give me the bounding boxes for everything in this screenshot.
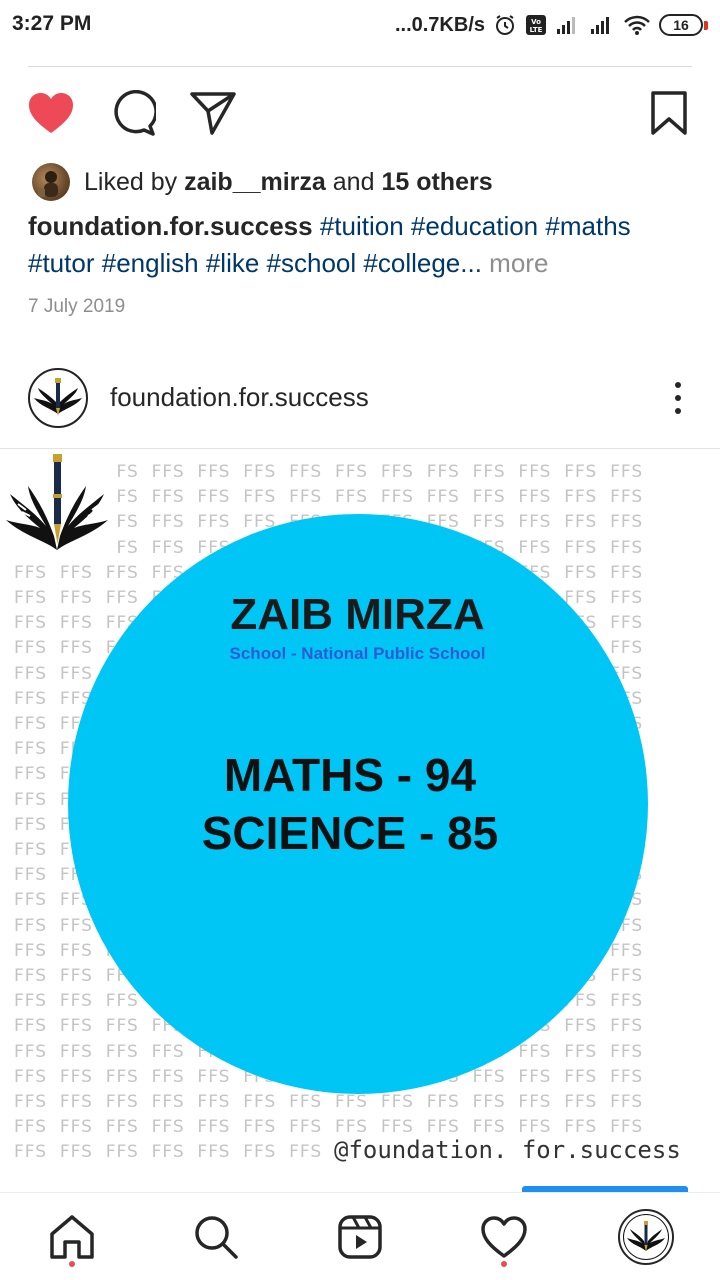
divider <box>0 448 720 449</box>
hashtag[interactable]: #tutor <box>28 248 95 278</box>
image-handle: @foundation. for.success <box>330 1136 685 1164</box>
nav-activity[interactable] <box>474 1207 534 1267</box>
signal-icon <box>555 14 581 36</box>
comment-button[interactable] <box>108 88 158 138</box>
comment-icon <box>114 90 156 136</box>
likes-summary[interactable]: Liked by zaib__mirza and 15 others <box>32 160 493 204</box>
post-header: foundation.for.success <box>0 360 720 440</box>
svg-text:Vo: Vo <box>531 18 541 26</box>
heart-filled-icon <box>29 93 73 133</box>
activity-heart-icon <box>481 1216 527 1258</box>
home-icon <box>50 1215 94 1259</box>
hashtag[interactable]: #school <box>267 248 357 278</box>
post-date: 7 July 2019 <box>28 296 126 317</box>
battery-icon: 16 <box>659 14 708 36</box>
profile-avatar[interactable] <box>618 1209 674 1265</box>
nav-reels[interactable] <box>330 1207 390 1267</box>
battery-level: 16 <box>659 14 703 36</box>
reels-icon <box>338 1215 382 1259</box>
bottom-navigation <box>0 1192 720 1280</box>
more-options-icon[interactable] <box>668 376 688 420</box>
student-name: ZAIB MIRZA <box>230 590 485 639</box>
score-maths: MATHS - 94 <box>223 749 477 801</box>
more-link[interactable]: more <box>489 248 548 278</box>
post-username[interactable]: foundation.for.success <box>110 382 369 413</box>
divider <box>28 66 692 67</box>
brand-logo <box>0 450 115 560</box>
network-speed: ...0.7KB/s <box>394 13 485 36</box>
hashtag[interactable]: #like <box>206 248 259 278</box>
save-button[interactable] <box>644 88 694 138</box>
nav-home[interactable] <box>42 1207 102 1267</box>
svg-text:LTE: LTE <box>530 26 543 34</box>
post-actions <box>0 80 720 144</box>
likes-text: Liked by zaib__mirza and 15 others <box>84 167 493 196</box>
post-caption: foundation.for.success #tuition #educati… <box>28 208 688 282</box>
avatar[interactable] <box>32 163 70 201</box>
share-button[interactable] <box>188 88 238 138</box>
search-icon <box>195 1216 238 1259</box>
status-bar: 3:27 PM ...0.7KB/s Vo LTE 16 <box>0 0 720 52</box>
hashtag[interactable]: #english <box>102 248 199 278</box>
avatar[interactable] <box>28 368 88 428</box>
signal-icon-2 <box>589 14 615 36</box>
score-science: SCIENCE - 85 <box>201 807 499 859</box>
volte-icon: Vo LTE <box>525 13 547 37</box>
likes-others[interactable]: 15 others <box>381 168 492 196</box>
status-icons: ...0.7KB/s Vo LTE 16 <box>395 10 708 40</box>
hashtag[interactable]: #college... <box>363 248 482 278</box>
alarm-icon <box>493 13 517 37</box>
caption-username[interactable]: foundation.for.success <box>28 211 313 241</box>
wifi-icon <box>623 14 651 36</box>
nav-profile[interactable] <box>616 1207 676 1267</box>
send-icon <box>190 92 236 135</box>
liker-username[interactable]: zaib__mirza <box>184 168 326 196</box>
bookmark-icon <box>651 91 687 135</box>
post-image[interactable]: FFS FFS FFS FFS FFS FFS FFS FFS FFS FFS … <box>0 450 720 1170</box>
nav-search[interactable] <box>186 1207 246 1267</box>
hashtag[interactable]: #maths <box>545 211 630 241</box>
status-time: 3:27 PM <box>12 12 92 35</box>
student-school: School - National Public School <box>229 644 486 663</box>
like-button[interactable] <box>26 88 76 138</box>
hashtag[interactable]: #tuition <box>320 211 404 241</box>
hashtag[interactable]: #education <box>411 211 538 241</box>
